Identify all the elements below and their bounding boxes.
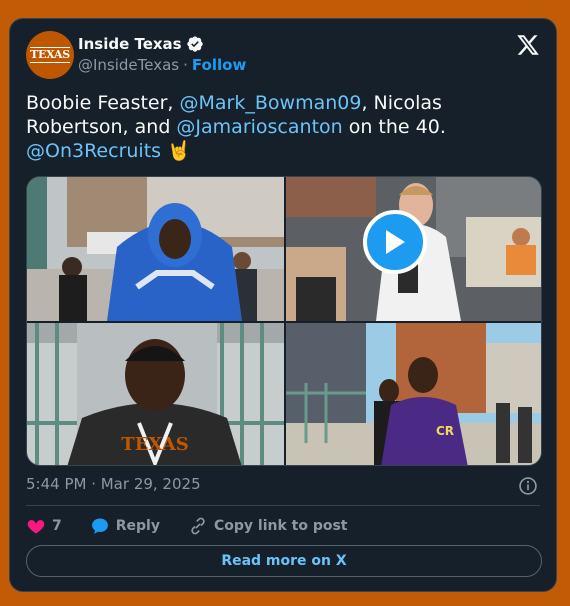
video-tile-blue-hoodie[interactable] bbox=[27, 177, 284, 321]
post-timestamp[interactable]: 5:44 PM · Mar 29, 2025 bbox=[26, 475, 201, 493]
svg-text:CR: CR bbox=[436, 424, 454, 438]
like-count: 7 bbox=[52, 518, 62, 534]
verified-badge-icon bbox=[186, 36, 203, 52]
read-more-button[interactable]: Read more on X bbox=[26, 545, 542, 577]
video-frame-image bbox=[27, 177, 284, 321]
avatar[interactable]: TEXAS bbox=[26, 31, 74, 79]
reply-bubble-icon bbox=[91, 518, 108, 534]
video-media-grid[interactable]: TEXAS CR bbox=[26, 176, 542, 466]
heart-icon bbox=[27, 520, 45, 534]
tweet-text-segment: on the 40. bbox=[342, 116, 446, 138]
separator-dot: · bbox=[183, 56, 188, 74]
tweet-text: Boobie Feaster, @Mark_Bowman09, Nicolas … bbox=[26, 91, 541, 163]
author-handle[interactable]: @InsideTexas bbox=[78, 56, 179, 74]
action-bar: 7 Reply Copy link to post bbox=[26, 516, 376, 536]
tweet-card: TEXAS Inside Texas @InsideTexas · Follow… bbox=[9, 18, 557, 592]
reply-label: Reply bbox=[115, 518, 160, 534]
video-tile-texas-hoodie[interactable]: TEXAS bbox=[27, 323, 284, 465]
video-tile-purple-shirt[interactable]: CR bbox=[286, 323, 541, 465]
follow-button[interactable]: Follow bbox=[192, 56, 246, 74]
video-frame-image: TEXAS bbox=[27, 323, 284, 465]
author-name-row: Inside Texas bbox=[78, 35, 204, 53]
mention-link[interactable]: @Mark_Bowman09 bbox=[180, 92, 362, 114]
divider bbox=[26, 505, 540, 506]
avatar-wordmark: TEXAS bbox=[30, 47, 70, 63]
play-video-button[interactable] bbox=[363, 210, 427, 274]
video-frame-image: CR bbox=[286, 323, 541, 465]
copy-link-button[interactable]: Copy link to post bbox=[188, 516, 348, 536]
svg-text:TEXAS: TEXAS bbox=[121, 434, 188, 455]
author-handle-row: @InsideTexas · Follow bbox=[78, 56, 246, 74]
rock-hand-emoji: 🤘 bbox=[161, 140, 191, 162]
x-logo-icon[interactable] bbox=[516, 33, 540, 57]
like-button[interactable]: 7 bbox=[26, 516, 62, 536]
tweet-text-segment: Boobie Feaster, bbox=[26, 92, 180, 114]
play-icon bbox=[386, 230, 405, 254]
mention-link[interactable]: @On3Recruits bbox=[26, 140, 161, 162]
author-display-name[interactable]: Inside Texas bbox=[78, 35, 182, 53]
mention-link[interactable]: @Jamarioscanton bbox=[176, 116, 342, 138]
reply-button[interactable]: Reply bbox=[90, 516, 160, 536]
info-icon[interactable] bbox=[518, 476, 538, 496]
copy-link-label: Copy link to post bbox=[213, 518, 348, 534]
link-icon bbox=[191, 517, 205, 535]
